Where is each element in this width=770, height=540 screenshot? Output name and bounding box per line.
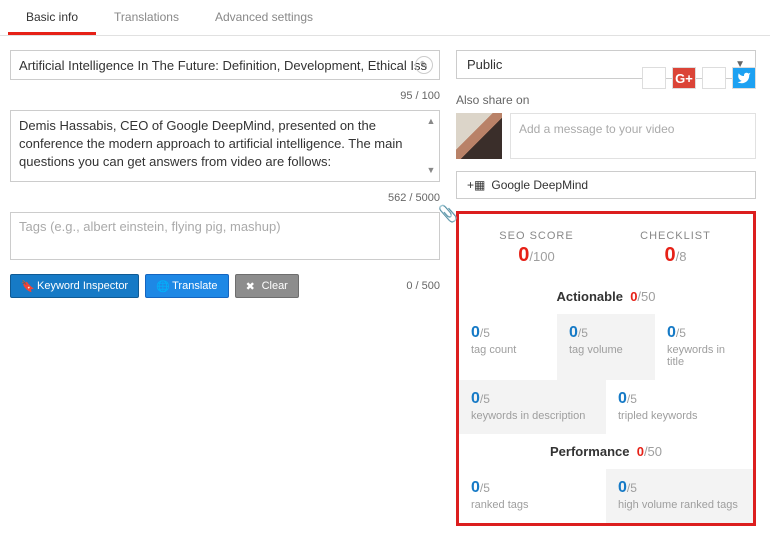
playlist-label: Google DeepMind: [491, 178, 588, 192]
clear-button[interactable]: ✖ Clear: [235, 274, 299, 298]
tab-translations[interactable]: Translations: [96, 0, 197, 35]
title-text: Artificial Intelligence In The Future: D…: [19, 58, 427, 73]
add-to-playlist-button[interactable]: +▦ Google DeepMind: [456, 171, 756, 199]
checklist-label: CHECKLIST: [606, 230, 745, 242]
tab-advanced-settings[interactable]: Advanced settings: [197, 0, 331, 35]
seo-score-label: SEO SCORE: [467, 230, 606, 242]
cell-tag-count: 0/5tag count: [459, 314, 557, 380]
performance-header: Performance 0/50: [459, 434, 753, 469]
cell-tripled-keywords: 0/5tripled keywords: [606, 380, 753, 434]
keyword-inspector-button[interactable]: 🔖 Keyword Inspector: [10, 274, 139, 298]
checklist-value: 0: [665, 244, 676, 266]
share-label: Also share on: [456, 93, 756, 107]
translate-button[interactable]: 🌐 Translate: [145, 274, 228, 298]
scroll-up-icon[interactable]: ▲: [425, 115, 437, 128]
paperclip-icon[interactable]: 📎: [438, 204, 458, 224]
share-empty-slot[interactable]: [702, 67, 726, 89]
title-counter: 95 / 100: [10, 90, 440, 102]
clear-label: Clear: [262, 280, 288, 292]
twitter-icon[interactable]: [732, 67, 756, 89]
cell-hv-ranked-tags: 0/5high volume ranked tags: [606, 469, 753, 523]
share-message-input[interactable]: Add a message to your video: [510, 113, 756, 159]
cell-keywords-desc: 0/5keywords in description: [459, 380, 606, 434]
description-text: Demis Hassabis, CEO of Google DeepMind, …: [19, 118, 402, 169]
title-input[interactable]: Artificial Intelligence In The Future: D…: [10, 50, 440, 80]
actionable-header: Actionable 0/50: [459, 279, 753, 314]
scroll-down-icon[interactable]: ▼: [425, 164, 437, 177]
seo-panel: SEO SCORE 0/100 CHECKLIST 0/8 Actionable…: [456, 211, 756, 526]
seo-score-value: 0: [518, 244, 529, 266]
cell-keywords-title: 0/5keywords in title: [655, 314, 753, 380]
description-input[interactable]: Demis Hassabis, CEO of Google DeepMind, …: [10, 110, 440, 182]
plus-icon: +▦: [467, 178, 485, 192]
share-empty-slot[interactable]: [642, 67, 666, 89]
cell-tag-volume: 0/5tag volume: [557, 314, 655, 380]
tags-counter: 0 / 500: [406, 280, 440, 292]
tags-input[interactable]: Tags (e.g., albert einstein, flying pig,…: [10, 212, 440, 260]
cell-ranked-tags: 0/5ranked tags: [459, 469, 606, 523]
tabs-bar: Basic info Translations Advanced setting…: [0, 0, 770, 36]
wand-icon[interactable]: ✎: [415, 56, 433, 74]
keyword-inspector-label: Keyword Inspector: [37, 280, 128, 292]
tab-basic-info[interactable]: Basic info: [8, 0, 96, 35]
tag-icon: 🔖: [21, 280, 33, 292]
googleplus-icon[interactable]: G+: [672, 67, 696, 89]
seo-score-denom: /100: [529, 249, 554, 264]
checklist-denom: /8: [676, 249, 687, 264]
avatar: [456, 113, 502, 159]
translate-label: Translate: [172, 280, 217, 292]
description-counter: 562 / 5000: [10, 192, 440, 204]
x-icon: ✖: [246, 280, 258, 292]
globe-icon: 🌐: [156, 280, 168, 292]
